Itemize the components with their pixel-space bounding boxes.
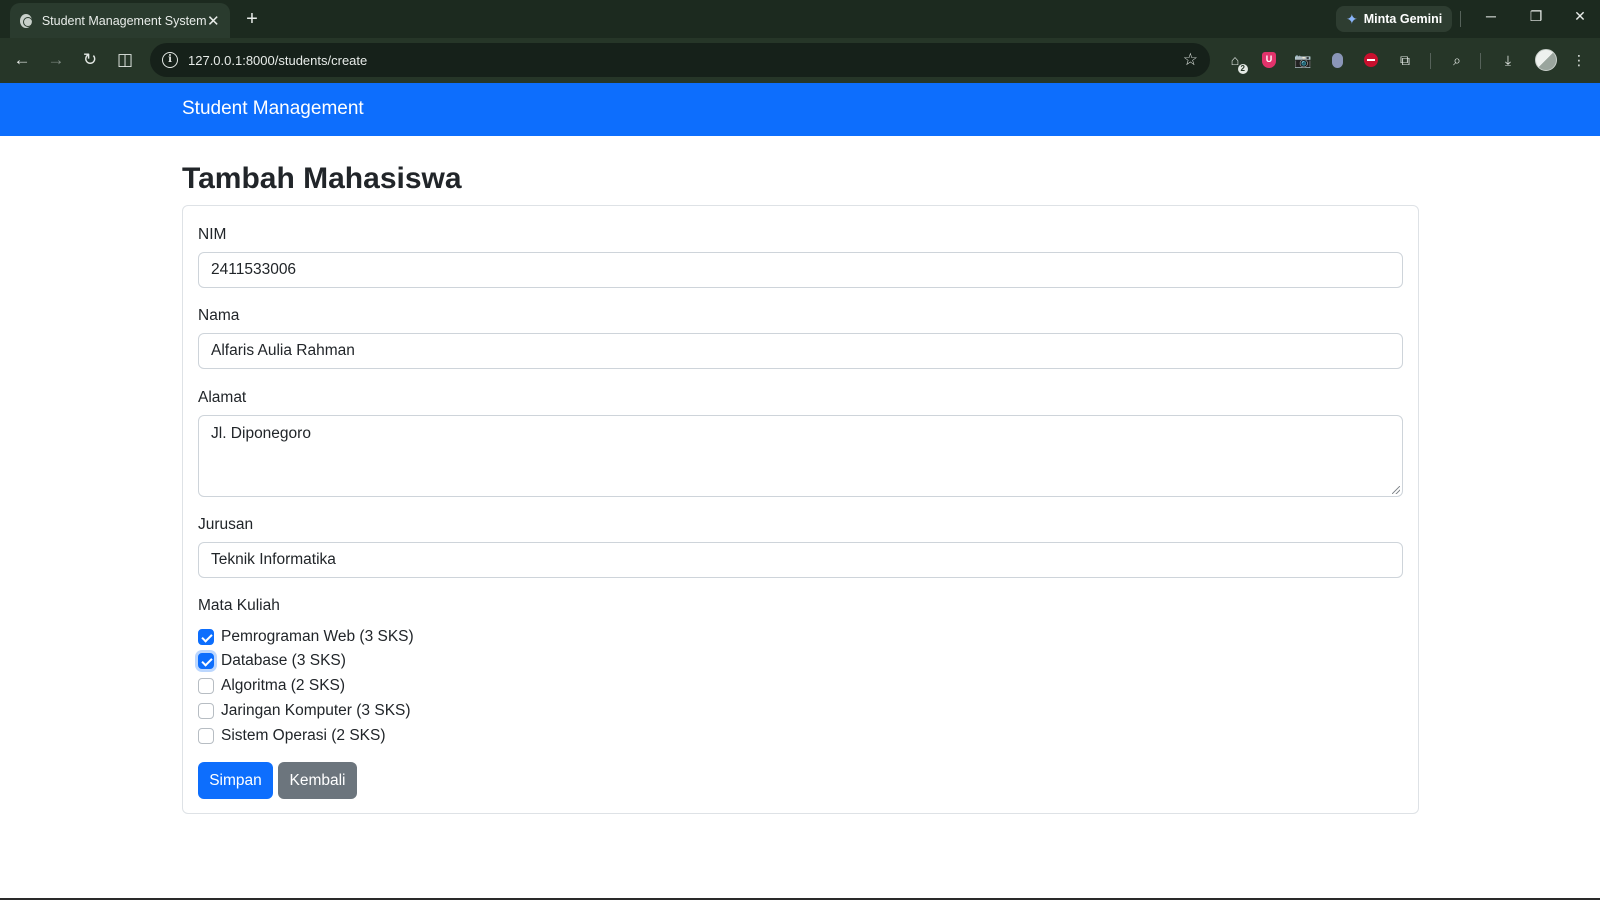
home-extension-icon[interactable]: ⌂ 2 — [1224, 49, 1248, 74]
extension-badge: 2 — [1237, 64, 1248, 74]
download-icon[interactable]: ⤓ — [1497, 49, 1519, 71]
back-icon[interactable]: ← — [10, 48, 34, 72]
alamat-textarea[interactable]: Jl. Diponegoro — [198, 415, 1403, 497]
form-card: NIM 2411533006 Nama Alfaris Aulia Rahman… — [182, 205, 1419, 814]
jurusan-input[interactable]: Teknik Informatika — [198, 542, 1403, 578]
browser-tab-strip: Student Management System ✕ + ✦ Minta Ge… — [0, 0, 1600, 38]
mouse-icon — [1331, 52, 1343, 68]
stop-icon — [1364, 53, 1378, 67]
course-option[interactable]: Algoritma (2 SKS) — [198, 676, 345, 696]
divider — [1460, 11, 1461, 27]
course-checkbox[interactable] — [198, 703, 214, 719]
jurusan-label: Jurusan — [198, 516, 254, 533]
course-option[interactable]: Jaringan Komputer (3 SKS) — [198, 701, 411, 721]
nim-input[interactable]: 2411533006 — [198, 252, 1403, 288]
blocker-extension-icon[interactable] — [1360, 49, 1382, 71]
course-label[interactable]: Algoritma (2 SKS) — [221, 677, 345, 695]
simpan-button[interactable]: Simpan — [198, 762, 273, 799]
navbar-brand[interactable]: Student Management — [182, 98, 364, 120]
shield-icon: U — [1262, 52, 1276, 68]
course-checkbox[interactable] — [198, 629, 214, 645]
course-label[interactable]: Pemrograman Web (3 SKS) — [221, 628, 414, 646]
mouse-extension-icon[interactable] — [1326, 49, 1348, 71]
close-window-icon[interactable]: ✕ — [1565, 8, 1595, 25]
nama-label: Nama — [198, 307, 240, 324]
nama-value: Alfaris Aulia Rahman — [211, 342, 355, 359]
minimize-icon[interactable]: ─ — [1476, 8, 1506, 24]
tab-search-icon[interactable]: ⌕ — [1446, 49, 1468, 71]
divider — [1480, 53, 1481, 69]
alamat-value: Jl. Diponegoro — [211, 425, 311, 442]
camera-extension-icon[interactable]: 📷 — [1292, 49, 1314, 71]
reload-icon[interactable]: ↻ — [78, 48, 102, 72]
site-info-icon[interactable]: i — [162, 52, 178, 68]
nim-label: NIM — [198, 226, 227, 243]
extensions-puzzle-icon[interactable]: ⧉ — [1394, 49, 1416, 71]
forward-icon[interactable]: → — [44, 48, 68, 72]
nim-value: 2411533006 — [211, 261, 297, 278]
ublock-extension-icon[interactable]: U — [1258, 49, 1280, 71]
menu-kebab-icon[interactable]: ⋮ — [1568, 49, 1590, 71]
course-checkbox[interactable] — [198, 678, 214, 694]
course-checkbox[interactable] — [198, 728, 214, 744]
course-checkbox[interactable] — [198, 653, 214, 669]
address-bar[interactable]: i 127.0.0.1:8000/students/create ☆ — [150, 43, 1210, 77]
tab-title: Student Management System — [41, 13, 207, 28]
split-view-icon[interactable]: ◫ — [113, 48, 137, 72]
course-option[interactable]: Database (3 SKS) — [198, 651, 346, 671]
kembali-button[interactable]: Kembali — [278, 762, 357, 799]
gemini-sparkle-icon: ✦ — [1346, 10, 1358, 27]
new-tab-button[interactable]: + — [240, 7, 264, 31]
bookmark-star-icon[interactable]: ☆ — [1183, 50, 1198, 70]
page-title: Tambah Mahasiswa — [182, 162, 462, 195]
course-label[interactable]: Sistem Operasi (2 SKS) — [221, 727, 386, 745]
jurusan-value: Teknik Informatika — [211, 551, 336, 568]
gemini-button[interactable]: ✦ Minta Gemini — [1336, 6, 1453, 32]
browser-tab[interactable]: Student Management System ✕ — [10, 3, 230, 38]
alamat-label: Alamat — [198, 389, 247, 406]
restore-icon[interactable]: ❐ — [1521, 8, 1551, 25]
profile-avatar[interactable] — [1535, 49, 1557, 71]
course-label[interactable]: Database (3 SKS) — [221, 652, 346, 670]
gemini-label: Minta Gemini — [1363, 12, 1443, 26]
course-option[interactable]: Pemrograman Web (3 SKS) — [198, 627, 414, 647]
app-navbar: Student Management — [0, 83, 1600, 136]
resize-handle-icon[interactable] — [1392, 486, 1400, 494]
mata-kuliah-label: Mata Kuliah — [198, 597, 280, 614]
browser-toolbar: ← → ↻ ◫ i 127.0.0.1:8000/students/create… — [0, 38, 1600, 83]
url-text[interactable]: 127.0.0.1:8000/students/create — [188, 53, 1183, 68]
divider — [1430, 53, 1431, 69]
course-option[interactable]: Sistem Operasi (2 SKS) — [198, 726, 386, 746]
nama-input[interactable]: Alfaris Aulia Rahman — [198, 333, 1403, 369]
close-tab-icon[interactable]: ✕ — [207, 12, 221, 30]
globe-icon — [20, 13, 33, 28]
course-label[interactable]: Jaringan Komputer (3 SKS) — [221, 702, 411, 720]
